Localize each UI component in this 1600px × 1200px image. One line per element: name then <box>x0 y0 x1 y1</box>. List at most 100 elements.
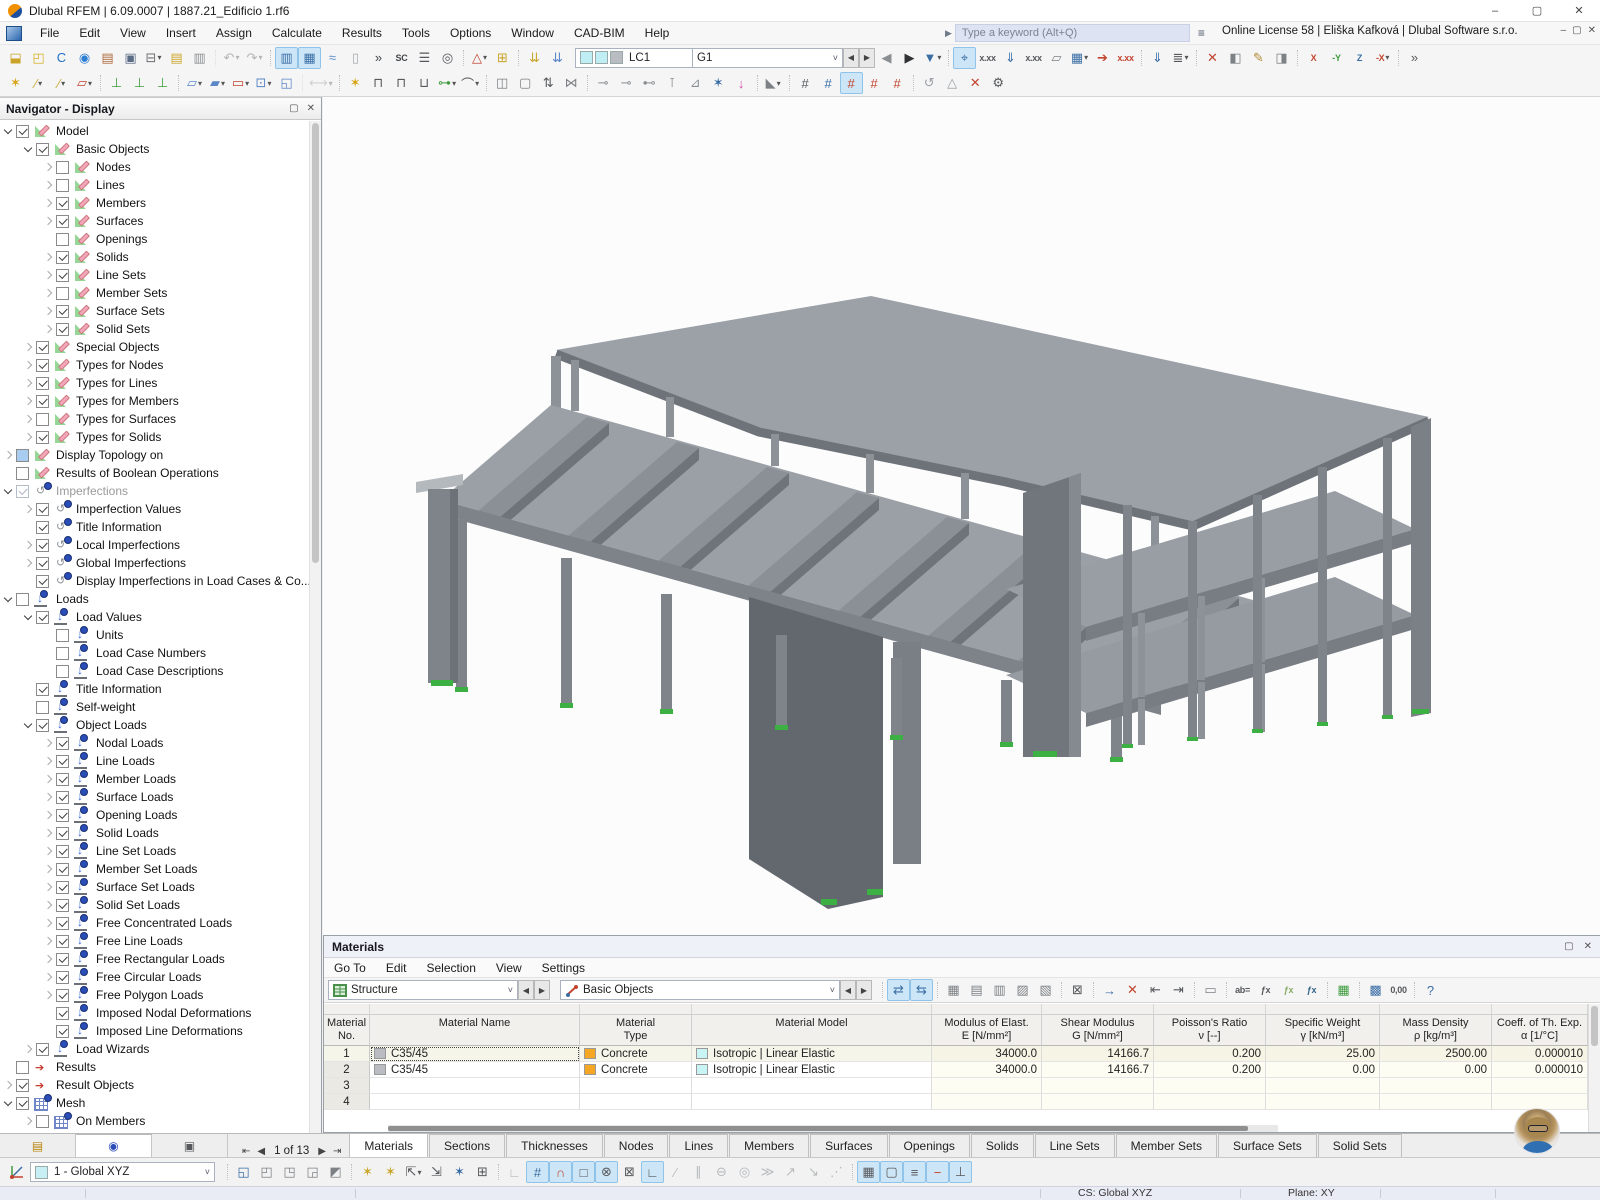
mass-density-cell[interactable]: 0.00 <box>1380 1062 1492 1078</box>
expand-arrow-icon[interactable] <box>20 1041 36 1057</box>
tree-checkbox[interactable] <box>56 179 69 192</box>
tree-item[interactable]: Opening Loads <box>0 806 309 824</box>
tree-checkbox[interactable] <box>56 953 69 966</box>
menu-item[interactable]: Assign <box>206 22 262 44</box>
toolbar-button[interactable]: ▯ <box>344 47 367 69</box>
material-name-cell[interactable]: C35/45 <box>370 1062 580 1078</box>
toolbar-button[interactable]: ◉ <box>73 47 96 69</box>
toolbar-button[interactable]: ↷ <box>243 47 266 69</box>
expand-arrow-icon[interactable] <box>0 1077 16 1093</box>
table-tab[interactable]: Openings <box>889 1134 970 1157</box>
tree-item[interactable]: Surface Sets <box>0 302 309 320</box>
expand-arrow-icon[interactable] <box>20 519 36 535</box>
toolbar-button[interactable]: ▶ <box>898 47 921 69</box>
table-horizontal-scrollbar[interactable] <box>388 1125 1278 1132</box>
snap-toolbar-button[interactable]: ∟ <box>503 1161 526 1183</box>
toolbar-button[interactable]: ⊥ <box>105 72 128 94</box>
toolbar-button[interactable]: ↶ <box>220 47 243 69</box>
search-list-icon[interactable]: ≡ <box>1198 26 1205 40</box>
materials-toolbar-button[interactable]: ƒx <box>1300 979 1323 1001</box>
toolbar-button[interactable]: ⊷ <box>638 72 661 94</box>
navigator-scrollbar[interactable] <box>309 121 321 1133</box>
expand-arrow-icon[interactable] <box>40 843 56 859</box>
toolbar-button[interactable]: X <box>1302 47 1325 69</box>
expand-arrow-icon[interactable] <box>20 537 36 553</box>
tree-checkbox[interactable] <box>56 233 69 246</box>
expand-arrow-icon[interactable] <box>40 231 56 247</box>
load-case-name-combo[interactable]: G1 ˅ <box>693 48 843 68</box>
tree-item[interactable]: Units <box>0 626 309 644</box>
maximize-button[interactable]: ▢ <box>1516 0 1558 22</box>
toolbar-button[interactable]: ✕ <box>964 72 987 94</box>
toolbar-button[interactable]: ⇅ <box>537 72 560 94</box>
toolbar-button[interactable]: ⊡ <box>252 72 275 94</box>
table-tab[interactable]: Line Sets <box>1035 1134 1115 1157</box>
material-type-cell[interactable] <box>580 1078 692 1094</box>
first-record-button[interactable]: ⇤ <box>242 1146 250 1157</box>
snap-toolbar-button[interactable]: ✶ <box>448 1161 471 1183</box>
expand-arrow-icon[interactable] <box>40 753 56 769</box>
toolbar-button[interactable]: # <box>794 72 817 94</box>
close-panel-icon[interactable]: ✕ <box>307 103 315 114</box>
tree-item[interactable]: On Members <box>0 1112 309 1130</box>
menu-item[interactable]: Tools <box>392 22 440 44</box>
float-panel-icon[interactable]: ▢ <box>289 103 298 114</box>
specific-weight-cell[interactable] <box>1266 1078 1380 1094</box>
tree-checkbox[interactable] <box>56 755 69 768</box>
tree-item[interactable]: Global Imperfections <box>0 554 309 572</box>
modulus-cell[interactable] <box>932 1078 1042 1094</box>
expand-arrow-icon[interactable] <box>20 573 36 589</box>
tree-item[interactable]: Object Loads <box>0 716 309 734</box>
tree-checkbox[interactable] <box>56 251 69 264</box>
expand-arrow-icon[interactable] <box>0 483 16 499</box>
expand-arrow-icon[interactable] <box>40 249 56 265</box>
tree-item[interactable]: Imperfections <box>0 482 309 500</box>
snap-toolbar-button[interactable]: ⊥ <box>949 1161 972 1183</box>
expand-arrow-icon[interactable] <box>40 285 56 301</box>
tree-checkbox[interactable] <box>56 629 69 642</box>
navigator-tab[interactable]: ▤ <box>0 1134 76 1157</box>
toolbar-button[interactable]: C <box>50 47 73 69</box>
toolbar-button[interactable]: ⊥ <box>151 72 174 94</box>
tree-checkbox[interactable] <box>56 845 69 858</box>
material-model-cell[interactable]: Isotropic | Linear Elastic <box>692 1062 932 1078</box>
tree-item[interactable]: Line Loads <box>0 752 309 770</box>
toolbar-button[interactable]: ▤ <box>165 47 188 69</box>
thermal-expansion-cell[interactable]: 0.000010 <box>1492 1062 1588 1078</box>
toolbar-button[interactable]: ▥ <box>275 47 298 69</box>
expand-arrow-icon[interactable] <box>40 321 56 337</box>
tree-checkbox[interactable] <box>36 359 49 372</box>
snap-toolbar-button[interactable]: − <box>926 1161 949 1183</box>
toolbar-button[interactable]: SC <box>390 47 413 69</box>
toolbar-button[interactable]: △ <box>468 47 491 69</box>
table-tab[interactable]: Nodes <box>604 1134 669 1157</box>
table-row[interactable]: 3 <box>324 1078 1588 1094</box>
tree-item[interactable]: Solids <box>0 248 309 266</box>
toolbar-button[interactable]: ➔ <box>1091 47 1114 69</box>
table-row[interactable]: 1 C35/45 Concrete Isotropic | Linear Ela… <box>324 1046 1588 1062</box>
expand-arrow-icon[interactable] <box>0 123 16 139</box>
tree-item[interactable]: Imposed Nodal Deformations <box>0 1004 309 1022</box>
toolbar-button[interactable]: ∕ <box>27 72 50 94</box>
toolbar-button[interactable]: ▼ <box>921 47 944 69</box>
expand-arrow-icon[interactable] <box>20 1113 36 1129</box>
toolbar-button[interactable]: ⊸ <box>615 72 638 94</box>
specific-weight-cell[interactable]: 25.00 <box>1266 1046 1380 1062</box>
tree-item[interactable]: Free Line Loads <box>0 932 309 950</box>
toolbar-button[interactable]: ⊓ <box>390 72 413 94</box>
mass-density-cell[interactable] <box>1380 1094 1492 1110</box>
tree-item[interactable]: Lines <box>0 176 309 194</box>
toolbar-button[interactable]: Z <box>1348 47 1371 69</box>
tree-checkbox[interactable] <box>16 593 29 606</box>
tree-checkbox[interactable] <box>16 449 29 462</box>
menu-item[interactable]: View <box>110 22 156 44</box>
toolbar-button[interactable]: x.xx <box>1022 47 1045 69</box>
tree-item[interactable]: Types for Lines <box>0 374 309 392</box>
expand-arrow-icon[interactable] <box>40 879 56 895</box>
snap-toolbar-button[interactable]: ◩ <box>324 1161 347 1183</box>
toolbar-button[interactable]: ◱ <box>275 72 298 94</box>
material-type-cell[interactable]: Concrete <box>580 1046 692 1062</box>
tree-checkbox[interactable] <box>56 881 69 894</box>
close-panel-icon[interactable]: ✕ <box>1584 941 1592 952</box>
snap-toolbar-button[interactable]: ✶ <box>356 1161 379 1183</box>
